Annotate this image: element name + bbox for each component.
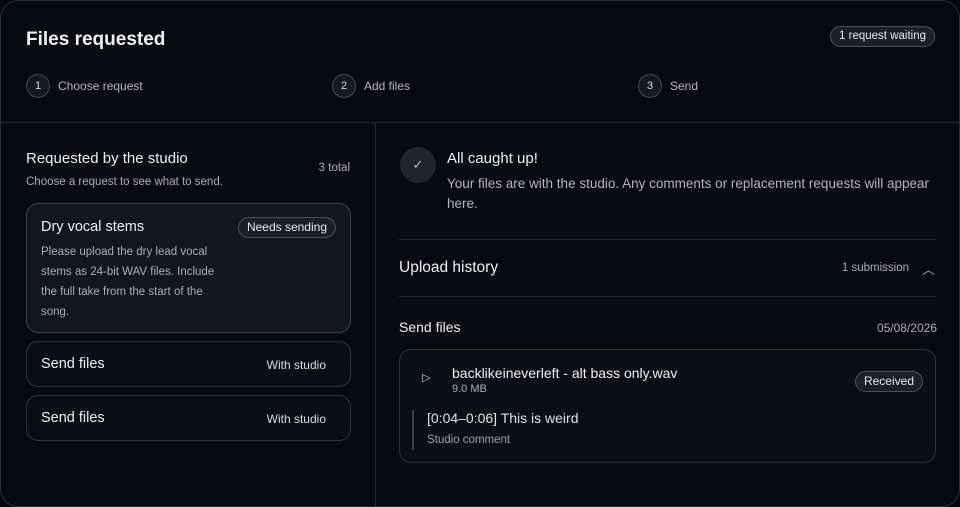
step-choose-request[interactable]: 1 Choose request xyxy=(26,74,143,98)
page-title: Files requested xyxy=(26,29,166,50)
requests-panel: Requested by the studio Choose a request… xyxy=(1,123,376,506)
request-title: Dry vocal stems xyxy=(41,219,145,235)
divider xyxy=(399,296,936,297)
needs-sending-badge: Needs sending xyxy=(237,217,336,238)
submission-title: Send files xyxy=(399,319,461,335)
divider xyxy=(399,239,936,240)
request-status: With studio xyxy=(266,412,326,426)
requests-total: 3 total xyxy=(318,162,350,174)
step-add-files[interactable]: 2 Add files xyxy=(332,74,410,98)
studio-comment: [0:04–0:06] This is weird Studio comment xyxy=(412,410,712,450)
submission-count: 1 submission xyxy=(841,262,909,274)
file-size: 9.0 MB xyxy=(452,383,487,395)
upload-history-title[interactable]: Upload history xyxy=(399,259,498,277)
request-title: Send files xyxy=(41,356,105,372)
play-icon[interactable]: ▷ xyxy=(422,371,430,384)
submission-date: 05/08/2026 xyxy=(876,321,937,335)
requests-subtitle: Choose a request to see what to send. xyxy=(26,176,223,188)
check-icon: ✓ xyxy=(400,147,436,183)
request-detail-panel: ✓ All caught up! Your files are with the… xyxy=(376,123,959,506)
caught-up-title: All caught up! xyxy=(447,150,538,167)
request-item-dry-vocal-stems[interactable]: Dry vocal stems Needs sending Please upl… xyxy=(26,203,351,333)
request-item-send-files[interactable]: Send files With studio xyxy=(26,341,351,387)
step-label: Add files xyxy=(364,79,411,93)
step-send[interactable]: 3 Send xyxy=(638,74,698,98)
step-number: 2 xyxy=(332,74,356,98)
chevron-up-icon[interactable]: ︿ xyxy=(922,259,935,278)
step-number: 3 xyxy=(638,74,662,98)
step-label: Send xyxy=(670,79,699,93)
files-requested-card: Files requested 1 request waiting 1 Choo… xyxy=(0,0,960,507)
received-badge: Received xyxy=(854,371,923,392)
uploaded-file-card: ▷ backlikeineverleft - alt bass only.wav… xyxy=(399,349,936,463)
caught-up-text: Your files are with the studio. Any comm… xyxy=(447,176,929,211)
request-title: Send files xyxy=(41,410,105,426)
step-number: 1 xyxy=(26,74,50,98)
header: Files requested 1 request waiting 1 Choo… xyxy=(1,1,959,123)
requests-waiting-badge: 1 request waiting xyxy=(830,26,935,47)
step-label: Choose request xyxy=(58,79,143,93)
requests-title: Requested by the studio xyxy=(26,150,188,167)
request-description: Please upload the dry lead vocal stems a… xyxy=(41,246,215,318)
comment-text: [0:04–0:06] This is weird xyxy=(427,410,579,426)
file-name: backlikeineverleft - alt bass only.wav xyxy=(452,365,678,381)
request-item-send-files[interactable]: Send files With studio xyxy=(26,395,351,441)
request-status: With studio xyxy=(266,358,326,372)
comment-label: Studio comment xyxy=(427,434,511,446)
